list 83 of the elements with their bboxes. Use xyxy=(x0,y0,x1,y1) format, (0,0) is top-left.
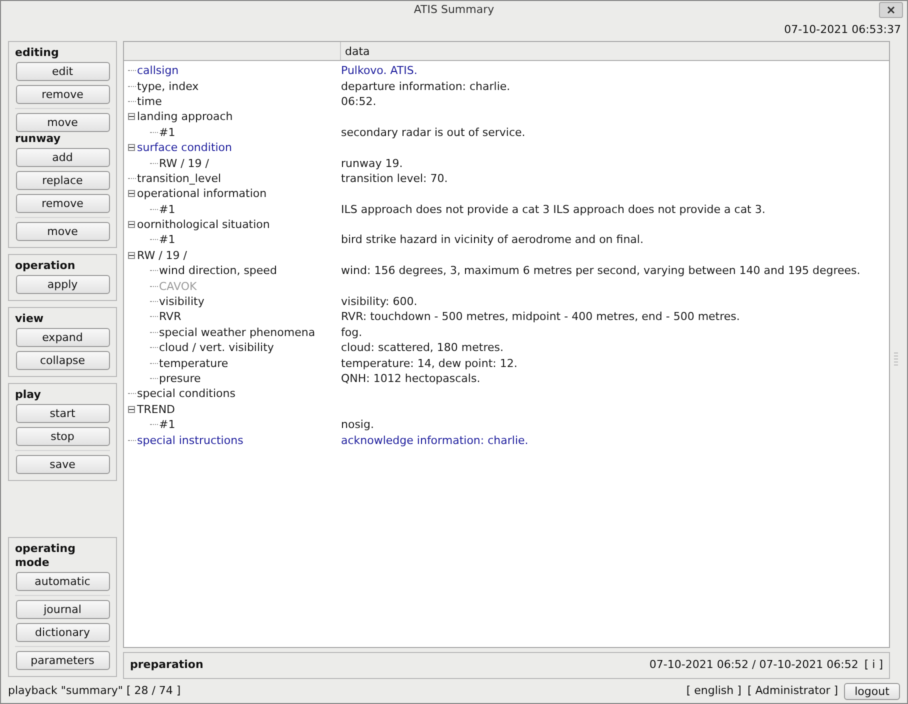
logout-button[interactable]: logout xyxy=(844,682,900,700)
sidebar-button[interactable]: start xyxy=(16,404,110,423)
tree-item-value: bird strike hazard in vicinity of aerodrome and on final. xyxy=(341,234,644,246)
tree-item-label[interactable]: callsign xyxy=(137,65,179,76)
sidebar-button[interactable]: remove xyxy=(16,85,110,104)
tree-item-label[interactable]: landing approach xyxy=(137,111,233,122)
tree-item-label[interactable]: special conditions xyxy=(137,388,236,400)
tree-item-value: ILS approach does not provide a cat 3 ILS approach does not provide a cat 3. xyxy=(341,204,766,215)
section-title: operating mode xyxy=(15,542,76,570)
tree-item-label[interactable]: oornithological situation xyxy=(137,219,270,230)
tree-item-label[interactable]: special instructions xyxy=(137,434,244,446)
collapse-toggle-icon[interactable] xyxy=(128,144,135,152)
sidebar-button[interactable]: collapse xyxy=(16,351,110,370)
tree-item-value: fog. xyxy=(341,326,362,338)
tree-item-value: runway 19. xyxy=(341,158,403,169)
tree-item-value: secondary radar is out of service. xyxy=(341,126,526,138)
sidebar-button[interactable]: stop xyxy=(16,427,110,446)
tree-item-value: wind: 156 degrees, 3, maximum 6 metres per second, varying between 140 and 195 degrees. xyxy=(341,265,860,276)
sidebar-button[interactable]: save xyxy=(16,455,110,474)
sidebar-button[interactable]: parameters xyxy=(16,651,110,670)
tree-item-value: acknowledge information: charlie. xyxy=(341,434,528,446)
tree-item-label[interactable]: #1 xyxy=(159,419,176,430)
sidebar-button[interactable]: journal xyxy=(16,600,110,619)
sidebar-button[interactable]: dictionary xyxy=(16,623,110,642)
tree-item-value: QNH: 1012 hectopascals. xyxy=(341,373,480,384)
section-title: editing xyxy=(15,46,60,60)
tree-item-value: transition level: 70. xyxy=(341,172,448,184)
sidebar-button[interactable]: edit xyxy=(16,62,110,81)
tree-item-label[interactable]: wind direction, speed xyxy=(159,265,277,276)
tree-item-label[interactable]: surface condition xyxy=(137,142,232,154)
info-button[interactable]: [ i ] xyxy=(864,657,883,674)
section-title: operation xyxy=(15,259,76,273)
tree-item-label[interactable]: type, index xyxy=(137,80,199,92)
sidebar-button[interactable]: add xyxy=(16,148,110,167)
tree-item-value: 06:52. xyxy=(341,96,376,107)
tree-item-value: temperature: 14, dew point: 12. xyxy=(341,358,518,369)
close-icon xyxy=(887,6,895,14)
collapse-toggle-icon[interactable] xyxy=(128,221,135,228)
clock: 07-10-2021 06:53:37 xyxy=(784,22,901,38)
tree-item-label[interactable]: transition_level xyxy=(137,172,222,184)
tree-item-label[interactable]: #1 xyxy=(159,234,176,246)
collapse-toggle-icon[interactable] xyxy=(128,252,135,259)
sidebar-button[interactable]: automatic xyxy=(16,572,110,591)
sidebar-button[interactable]: remove xyxy=(16,194,110,213)
sidebar-button[interactable]: apply xyxy=(16,275,110,294)
tree-item-value: cloud: scattered, 180 metres. xyxy=(341,342,504,354)
section-title: runway xyxy=(15,132,62,146)
sidebar-button[interactable]: expand xyxy=(16,328,110,347)
user-link[interactable]: [ Administrator ] xyxy=(747,682,838,700)
section-title: play xyxy=(15,388,42,402)
sidebar-button[interactable]: move xyxy=(16,113,110,132)
tree-item-label[interactable]: TREND xyxy=(137,404,176,415)
close-button[interactable] xyxy=(879,2,903,18)
tree-item-label[interactable]: RW / 19 / xyxy=(137,250,187,261)
playback-label: playback "summary" [ 28 / 74 ] xyxy=(8,682,181,699)
collapse-toggle-icon[interactable] xyxy=(128,406,135,413)
section-title: view xyxy=(15,312,45,326)
tree-item-value: departure information: charlie. xyxy=(341,80,510,92)
tree-item-value: RVR: touchdown - 500 metres, midpoint - 400 metres, end - 500 metres. xyxy=(341,311,740,322)
tree-item-label[interactable]: temperature xyxy=(159,358,228,369)
tree-item-label[interactable]: visibility xyxy=(159,296,204,308)
tree-item-value: Pulkovo. ATIS. xyxy=(341,65,418,76)
tree-item-label[interactable]: RVR xyxy=(159,311,182,322)
window-title: ATIS Summary xyxy=(414,2,494,18)
tree-item-label[interactable]: time xyxy=(137,96,162,107)
tree-item-label[interactable]: #1 xyxy=(159,126,176,138)
column-header[interactable]: data xyxy=(341,42,370,60)
tree-item-value: nosig. xyxy=(341,419,374,430)
tree-item-label[interactable]: operational information xyxy=(137,188,267,200)
grip-icon[interactable] xyxy=(894,352,898,368)
state-label: preparation xyxy=(130,657,204,674)
tree-item-label[interactable]: presure xyxy=(159,373,201,384)
sidebar-button[interactable]: move xyxy=(16,222,110,241)
sidebar-button[interactable]: replace xyxy=(16,171,110,190)
tree-item-value: visibility: 600. xyxy=(341,296,418,308)
tree-item-label[interactable]: special weather phenomena xyxy=(159,326,316,338)
language-link[interactable]: [ english ] xyxy=(686,682,742,700)
period-label: 07-10-2021 06:52 / 07-10-2021 06:52 xyxy=(649,657,858,674)
collapse-toggle-icon[interactable] xyxy=(128,190,135,198)
collapse-toggle-icon[interactable] xyxy=(128,113,135,120)
tree-item-label[interactable]: #1 xyxy=(159,204,176,215)
tree-item-label[interactable]: RW / 19 / xyxy=(159,158,209,169)
tree-item-label[interactable]: cloud / vert. visibility xyxy=(159,342,274,354)
